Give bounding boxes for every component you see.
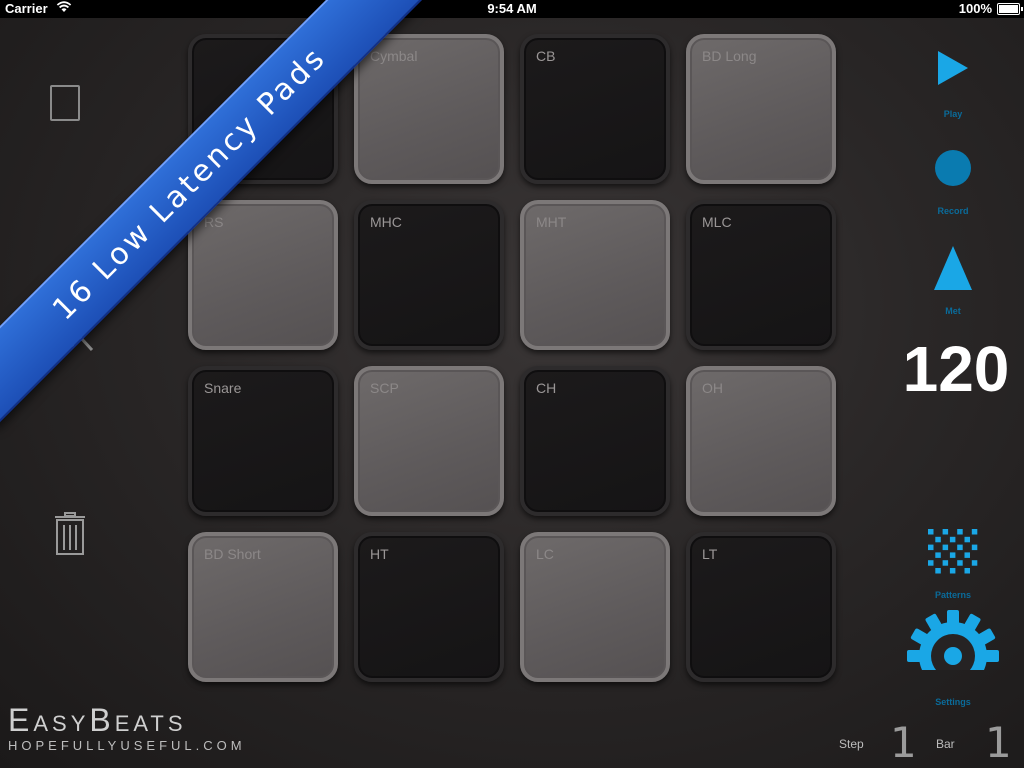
settings-button[interactable]: Settings (902, 610, 1004, 707)
drum-pad-label: SCP (370, 380, 399, 396)
step-label: Step (839, 737, 864, 751)
drum-pad-label: MLC (702, 214, 732, 230)
patterns-label: Patterns (934, 590, 971, 600)
app-logo: EasyBeats hopefullyuseful.com (8, 702, 246, 754)
logo-url: hopefullyuseful.com (8, 738, 246, 753)
patterns-icon (928, 529, 978, 574)
drum-pad-label: RS (204, 214, 224, 230)
drum-pad[interactable]: Cymbal (354, 34, 504, 184)
battery-icon (997, 3, 1023, 15)
status-bar: Carrier 9:54 AM 100% (0, 0, 1024, 18)
record-icon (935, 150, 971, 186)
battery-percent: 100% (958, 1, 992, 16)
drum-pad-label: BD Short (204, 546, 261, 562)
drum-pad[interactable]: BD Long (686, 34, 836, 184)
drum-pad[interactable]: Snare (188, 366, 338, 516)
drum-pad[interactable]: CB (520, 34, 670, 184)
step-value: 1 (890, 718, 917, 767)
drum-pad-label: HT (370, 546, 389, 562)
clock: 9:54 AM (487, 1, 537, 16)
drum-pad[interactable]: LC (520, 532, 670, 682)
drum-pad-label: LC (536, 546, 554, 562)
drum-pad-label: BD Long (702, 48, 757, 64)
play-icon (938, 51, 968, 85)
patterns-button[interactable]: Patterns (918, 527, 988, 600)
drum-pad[interactable]: RS (188, 200, 338, 350)
record-button[interactable]: Record (923, 149, 983, 216)
bar-value: 1 (985, 718, 1012, 767)
metronome-button[interactable]: Met (923, 245, 983, 316)
metronome-icon (934, 246, 972, 290)
play-button[interactable]: Play (923, 50, 983, 119)
drum-pad[interactable]: MLC (686, 200, 836, 350)
drum-pad-label: CH (536, 380, 557, 396)
drum-pad-label: LT (702, 546, 718, 562)
drum-pad[interactable]: BD Short (188, 532, 338, 682)
drum-pad[interactable]: OH (686, 366, 836, 516)
trash-icon[interactable] (54, 512, 86, 556)
drum-pad-label: MHC (370, 214, 402, 230)
gear-icon (907, 610, 999, 670)
drum-pad[interactable]: HT (354, 532, 504, 682)
drum-pad-label: Snare (204, 380, 242, 396)
drum-pad-label: OH (702, 380, 723, 396)
met-label: Met (945, 306, 961, 316)
drum-pad[interactable]: LT (686, 532, 836, 682)
drum-pad-label: Cymbal (370, 48, 418, 64)
settings-label: Settings (935, 697, 971, 707)
copy-icon[interactable] (50, 85, 80, 121)
drum-pad-label: CB (536, 48, 556, 64)
logo-brand: EasyBeats (8, 702, 187, 738)
record-label: Record (937, 206, 969, 216)
drum-pad[interactable]: CH (520, 366, 670, 516)
drum-pad[interactable]: SCP (354, 366, 504, 516)
play-label: Play (943, 109, 963, 119)
drum-pad[interactable]: MHT (520, 200, 670, 350)
drum-pad[interactable]: MHC (354, 200, 504, 350)
tempo-display[interactable]: 120 (894, 332, 1018, 406)
drum-pad-label: MHT (536, 214, 567, 230)
bar-label: Bar (936, 737, 955, 751)
